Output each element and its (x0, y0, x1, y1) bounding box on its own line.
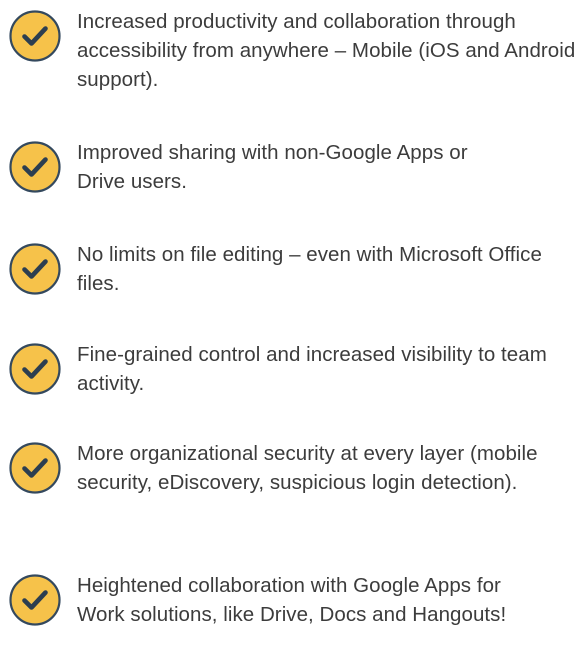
benefit-item: Increased productivity and collaboration… (8, 7, 580, 94)
benefit-item: More organizational security at every la… (8, 439, 580, 497)
benefit-text: Increased productivity and collaboration… (77, 10, 576, 91)
check-circle-icon (9, 243, 61, 295)
benefit-item: Fine-grained control and increased visib… (8, 340, 580, 398)
check-circle-icon (9, 141, 61, 193)
check-circle-icon (9, 343, 61, 395)
benefit-text: Fine-grained control and increased visib… (77, 343, 547, 395)
benefit-item: Heightened collaboration with Google App… (8, 571, 580, 629)
benefit-item: No limits on file editing – even with Mi… (8, 240, 580, 298)
benefit-text: Improved sharing with non-Google Apps or… (77, 141, 468, 193)
benefit-item: Improved sharing with non-Google Apps or… (8, 138, 580, 196)
benefit-list: Increased productivity and collaboration… (0, 0, 584, 647)
benefit-text: More organizational security at every la… (77, 442, 538, 494)
benefit-text: Heightened collaboration with Google App… (77, 574, 507, 626)
benefit-text: No limits on file editing – even with Mi… (77, 243, 542, 295)
check-circle-icon (9, 574, 61, 626)
check-circle-icon (9, 442, 61, 494)
check-circle-icon (9, 10, 61, 62)
